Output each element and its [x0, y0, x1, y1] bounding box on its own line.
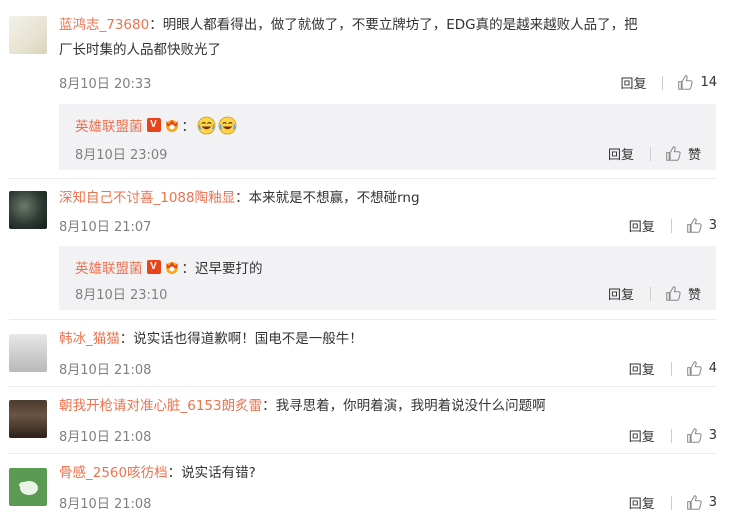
thumbs-up-icon [686, 495, 702, 510]
avatar[interactable] [9, 16, 47, 54]
reply-text: 英雄联盟菌 V ：迟早要打的 [75, 257, 263, 277]
like-label: 赞 [687, 148, 701, 163]
comment-item: 蓝鸿志_73680：明眼人都看得出，做了就做了，不要立牌坊了，EDG真的是越来越… [0, 0, 731, 104]
avatar[interactable] [9, 400, 47, 438]
comment-author[interactable]: 骨感_2560咳彷档 [59, 465, 168, 481]
laugh-cry-emoji-icon [218, 116, 237, 134]
comment-time: 8月10日 21:08 [59, 363, 152, 378]
member-crown-icon [165, 120, 178, 132]
comment-actions: 回复 3 [629, 493, 717, 512]
thumbs-up-icon [686, 218, 702, 233]
thumbs-up-icon [666, 286, 681, 301]
like-count: 3 [708, 495, 717, 510]
reply-author[interactable]: 英雄联盟菌 [75, 115, 143, 135]
action-separator [670, 428, 672, 443]
verified-v-badge: V [146, 118, 161, 132]
action-separator [670, 361, 672, 376]
like-button[interactable]: 3 [686, 494, 717, 511]
like-button[interactable]: 3 [686, 427, 717, 444]
reply-box: 英雄联盟菌 V ： 8月10日 23:09 回复 赞 [59, 104, 716, 170]
thumbs-up-icon [686, 361, 702, 376]
reply-time: 8月10日 23:10 [75, 288, 168, 303]
comment-author[interactable]: 韩冰_猫猫 [59, 331, 120, 347]
reply-button[interactable]: 回复 [608, 144, 634, 163]
comment-item: 韩冰_猫猫：说实话也得道歉啊！国电不是一般牛！ 8月10日 21:08 回复 4 [0, 319, 731, 385]
laugh-cry-emoji-icon [197, 116, 216, 134]
comment-text: 朝我开枪请对准心脏_6153朗炙雷：我寻思着，你明着演，我明着说没什么问题啊 [59, 398, 546, 414]
like-button[interactable]: 赞 [665, 284, 701, 303]
reply-button[interactable]: 回复 [608, 284, 634, 303]
reply-time: 8月10日 23:09 [75, 148, 168, 163]
like-button[interactable]: 4 [686, 360, 717, 377]
reply-button[interactable]: 回复 [629, 216, 655, 235]
like-count: 3 [708, 428, 717, 443]
comment-text: 深知自己不讨喜_1088陶釉显：本来就是不想赢，不想碰rng [59, 190, 420, 206]
action-separator [649, 146, 651, 161]
like-label: 赞 [687, 288, 701, 303]
avatar[interactable] [9, 191, 47, 229]
action-separator [662, 75, 664, 90]
reply-button[interactable]: 回复 [629, 493, 655, 512]
comment-author[interactable]: 蓝鸿志_73680 [59, 17, 149, 33]
comment-actions: 回复 3 [629, 216, 717, 235]
comment-time: 8月10日 21:08 [59, 497, 152, 512]
avatar[interactable] [9, 334, 47, 372]
comment-item: 深知自己不讨喜_1088陶釉显：本来就是不想赢，不想碰rng 8月10日 21:… [0, 178, 731, 246]
action-separator [670, 495, 672, 510]
reply-button[interactable]: 回复 [629, 426, 655, 445]
comment-actions: 回复 14 [620, 73, 717, 92]
avatar[interactable] [9, 468, 47, 506]
comment-text: 韩冰_猫猫：说实话也得道歉啊！国电不是一般牛！ [59, 331, 363, 347]
comment-author[interactable]: 深知自己不讨喜_1088陶釉显 [59, 190, 235, 206]
default-avatar-icon [19, 481, 38, 495]
like-count: 4 [708, 361, 717, 376]
thumbs-up-icon [678, 75, 694, 90]
reply-actions: 回复 赞 [608, 284, 701, 303]
thumbs-up-icon [666, 146, 681, 161]
like-count: 14 [700, 75, 717, 90]
comment-time: 8月10日 20:33 [59, 77, 152, 92]
reply-box: 英雄联盟菌 V ：迟早要打的 8月10日 23:10 回复 赞 [59, 246, 716, 310]
action-separator [649, 286, 651, 301]
verified-v-badge: V [146, 260, 161, 274]
reply-actions: 回复 赞 [608, 144, 701, 163]
comment-item: 骨感_2560咳彷档：说实话有错? 8月10日 21:08 回复 3 [0, 453, 731, 520]
comment-text: 蓝鸿志_73680：明眼人都看得出，做了就做了，不要立牌坊了，EDG真的是越来越… [59, 17, 638, 58]
reply-button[interactable]: 回复 [620, 73, 646, 92]
like-count: 3 [708, 218, 717, 233]
thumbs-up-icon [686, 428, 702, 443]
like-button[interactable]: 赞 [665, 144, 701, 163]
comment-actions: 回复 4 [629, 359, 717, 378]
comment-text: 骨感_2560咳彷档：说实话有错? [59, 465, 256, 481]
like-button[interactable]: 14 [677, 74, 717, 91]
comment-time: 8月10日 21:07 [59, 220, 152, 235]
reply-text: 英雄联盟菌 V ： [75, 115, 237, 135]
action-separator [670, 218, 672, 233]
comment-time: 8月10日 21:08 [59, 430, 152, 445]
like-button[interactable]: 3 [686, 217, 717, 234]
reply-button[interactable]: 回复 [629, 359, 655, 378]
comment-item: 朝我开枪请对准心脏_6153朗炙雷：我寻思着，你明着演，我明着说没什么问题啊 8… [0, 386, 731, 452]
member-crown-icon [165, 262, 178, 274]
comment-actions: 回复 3 [629, 426, 717, 445]
reply-author[interactable]: 英雄联盟菌 [75, 257, 143, 277]
comment-author[interactable]: 朝我开枪请对准心脏_6153朗炙雷 [59, 398, 262, 414]
